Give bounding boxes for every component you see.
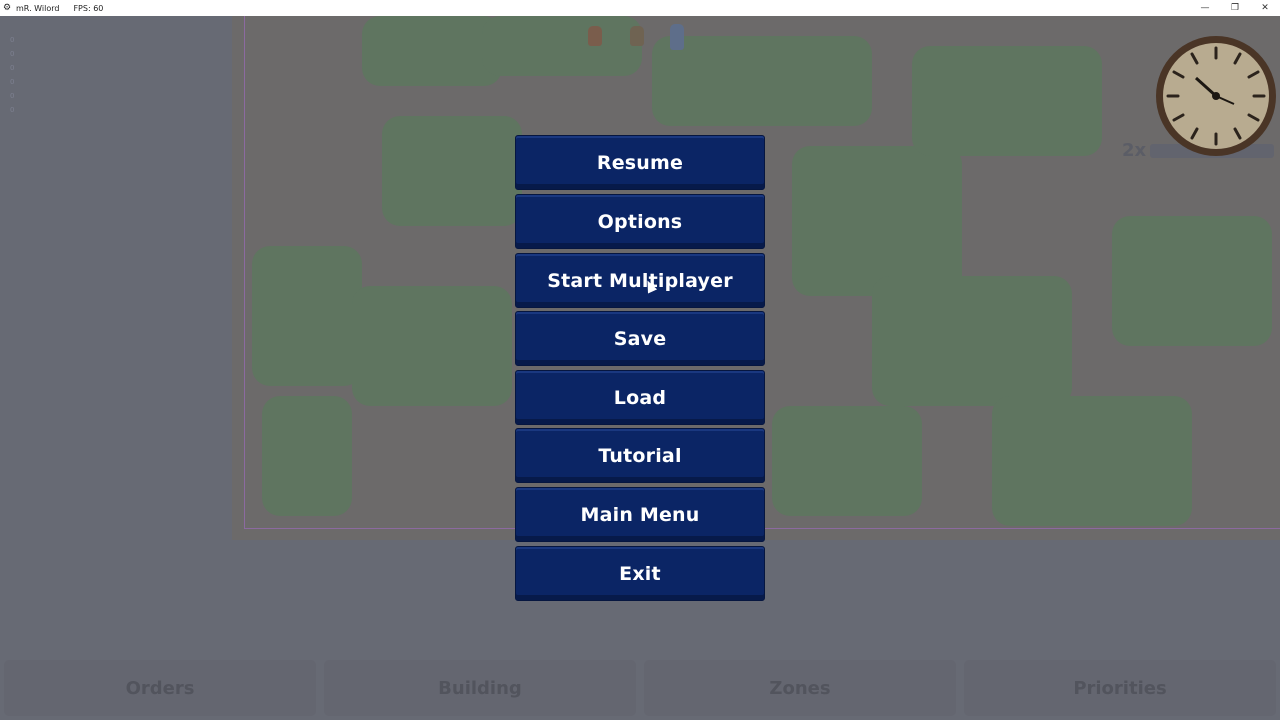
window-titlebar: ⚙ mR. Wilord FPS: 60 — ❐ ✕ [0, 0, 1280, 16]
grass-patch [1112, 216, 1272, 346]
grass-patch [872, 276, 1072, 406]
grass-patch [772, 406, 922, 516]
grass-patch [992, 396, 1192, 526]
colonist[interactable] [670, 24, 684, 50]
side-gauge-value: 0 [10, 64, 15, 72]
side-gauge-value: 0 [10, 78, 15, 86]
tab-zones[interactable]: Zones [644, 660, 956, 716]
tab-building[interactable]: Building [324, 660, 636, 716]
grass-patch [362, 16, 502, 86]
grass-patch [352, 286, 512, 406]
restore-button[interactable]: ❐ [1220, 0, 1250, 16]
grass-patch [382, 116, 522, 226]
side-gauge-value: 0 [10, 106, 15, 114]
fps-counter: FPS: 60 [73, 3, 104, 13]
colonist-group[interactable] [588, 22, 698, 62]
clock-icon [1156, 36, 1276, 156]
side-gauge-value: 0 [10, 36, 15, 44]
bottom-toolbar: Orders Building Zones Priorities [0, 660, 1280, 720]
side-gauge-value: 0 [10, 92, 15, 100]
app-icon: ⚙ [3, 3, 12, 13]
grass-patch [252, 246, 362, 386]
tutorial-button[interactable]: Tutorial [515, 428, 765, 483]
minimize-button[interactable]: — [1190, 0, 1220, 16]
resume-button[interactable]: Resume [515, 135, 765, 190]
tab-orders[interactable]: Orders [4, 660, 316, 716]
side-gauge-value: 0 [10, 50, 15, 58]
exit-button[interactable]: Exit [515, 546, 765, 601]
map-boundary [244, 16, 245, 528]
game-scene: 0 0 0 0 0 0 2x [0, 16, 1280, 720]
main-menu-button[interactable]: Main Menu [515, 487, 765, 542]
colonist[interactable] [630, 26, 644, 46]
colonist[interactable] [588, 26, 602, 46]
game-speed: 2x [1122, 140, 1147, 161]
options-button[interactable]: Options [515, 194, 765, 249]
save-button[interactable]: Save [515, 311, 765, 366]
tab-priorities[interactable]: Priorities [964, 660, 1276, 716]
window-title: mR. Wilord [16, 3, 60, 13]
load-button[interactable]: Load [515, 370, 765, 425]
close-button[interactable]: ✕ [1250, 0, 1280, 16]
side-gauge: 0 0 0 0 0 0 [10, 36, 34, 120]
grass-patch [792, 146, 962, 296]
grass-patch [262, 396, 352, 516]
grass-patch [912, 46, 1102, 156]
start-multiplayer-button[interactable]: Start Multiplayer [515, 253, 765, 308]
